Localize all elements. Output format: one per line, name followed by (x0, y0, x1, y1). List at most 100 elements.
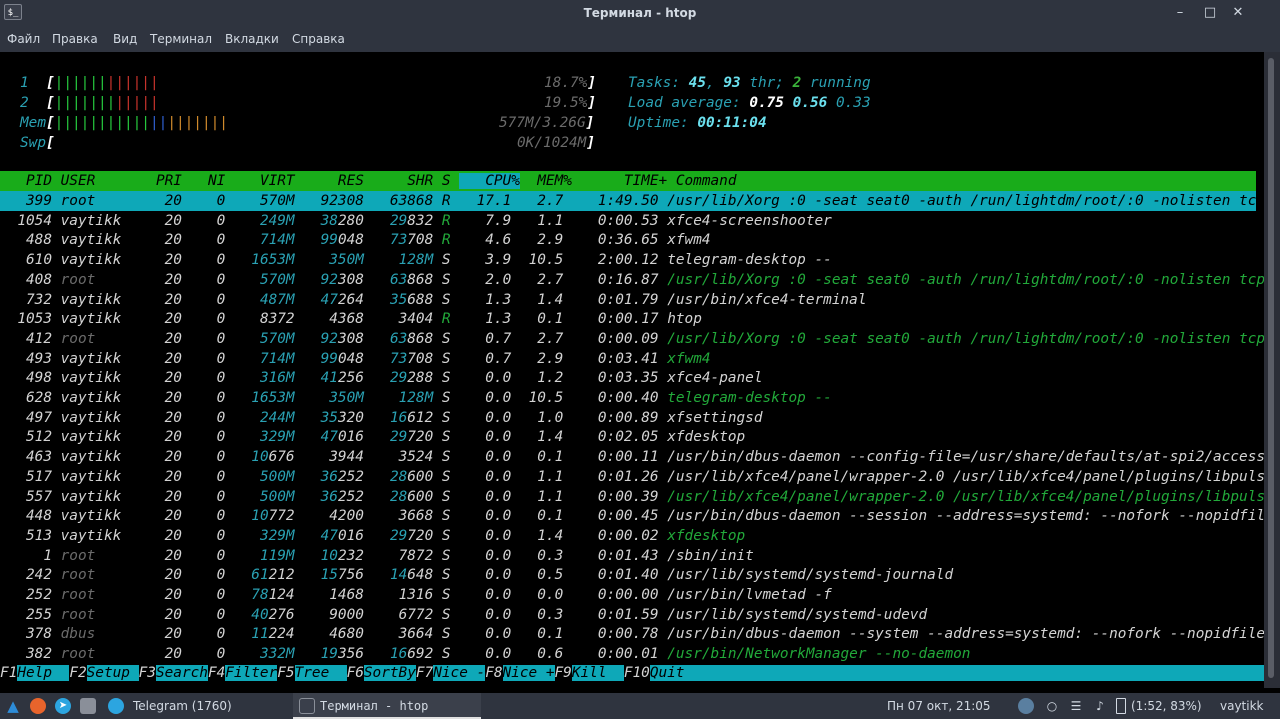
fkey-label[interactable]: Quit (649, 665, 1264, 681)
process-row[interactable]: 732 vaytikk 20 0 487M 47264 35688 S 1.3 … (0, 290, 867, 310)
network-icon[interactable]: ☰ (1068, 698, 1084, 714)
fkey-label[interactable]: Tree (294, 665, 347, 681)
process-table-header[interactable]: PID USER PRI NI VIRT RES SHR S CPU% MEM%… (0, 171, 736, 191)
column-header[interactable]: SHR (364, 173, 433, 189)
terminal-area[interactable]: 1 [|||||||||||| 18.7%] 2 [|||||||||||| 1… (0, 52, 1264, 688)
minimize-button[interactable]: – (1170, 0, 1190, 26)
avatar-icon[interactable] (1018, 698, 1034, 714)
taskbar-telegram-label: Telegram (1760) (133, 699, 232, 713)
cpu1-percent: 18.7%] (544, 75, 596, 91)
close-button[interactable]: ✕ (1228, 0, 1248, 26)
fkey-f3[interactable]: F3 (139, 665, 156, 681)
taskbar-item-terminal[interactable]: Терминал - htop (293, 693, 481, 719)
column-header[interactable]: PID (0, 173, 52, 189)
column-header[interactable]: PRI (130, 173, 182, 189)
file-manager-icon[interactable] (80, 698, 96, 714)
process-row[interactable]: 1 root 20 0 119M 10232 7872 S 0.0 0.3 0:… (0, 546, 754, 566)
column-header[interactable]: USER (52, 173, 130, 189)
process-row[interactable]: 412 root 20 0 570M 92308 63868 S 0.7 2.7… (0, 329, 1264, 349)
volume-icon[interactable]: ♪ (1092, 698, 1108, 714)
fkey-label[interactable]: Nice - (433, 665, 486, 681)
fkey-f7[interactable]: F7 (416, 665, 433, 681)
process-row[interactable]: 1054 vaytikk 20 0 249M 38280 29832 R 7.9… (0, 211, 832, 231)
column-header[interactable]: MEM% (520, 173, 572, 189)
process-row[interactable]: 497 vaytikk 20 0 244M 35320 16612 S 0.0 … (0, 408, 763, 428)
fkey-f4[interactable]: F4 (208, 665, 225, 681)
process-row[interactable]: 610 vaytikk 20 0 1653M 350M 128M S 3.9 1… (0, 250, 832, 270)
fkey-f1[interactable]: F1 (0, 665, 17, 681)
column-header[interactable]: NI (182, 173, 225, 189)
process-row[interactable]: 399 root 20 0 570M 92308 63868 R 17.1 2.… (0, 191, 1264, 211)
process-row[interactable]: 498 vaytikk 20 0 316M 41256 29288 S 0.0 … (0, 368, 763, 388)
menu-terminal[interactable]: Терминал (150, 26, 212, 52)
swp-meter: Swp[ (20, 135, 55, 151)
bell-icon[interactable]: ○ (1044, 698, 1060, 714)
process-row[interactable]: 382 root 20 0 332M 19356 16692 S 0.0 0.6… (0, 644, 970, 664)
fkey-f9[interactable]: F9 (555, 665, 572, 681)
menu-edit[interactable]: Правка (52, 26, 98, 52)
process-row[interactable]: 378 dbus 20 0 11224 4680 3664 S 0.0 0.1 … (0, 624, 1264, 644)
taskbar: ▲ ➤ Telegram (1760) Терминал - htop Пн 0… (0, 693, 1280, 719)
menu-view[interactable]: Вид (113, 26, 137, 52)
terminal-scrollbar[interactable] (1264, 52, 1280, 688)
battery-icon[interactable] (1116, 698, 1126, 714)
clock[interactable]: Пн 07 окт, 21:05 (887, 693, 991, 719)
process-row[interactable]: 242 root 20 0 61212 15756 14648 S 0.0 0.… (0, 565, 953, 585)
firefox-icon[interactable] (30, 698, 46, 714)
column-header[interactable]: TIME+ (572, 173, 667, 189)
process-row[interactable]: 517 vaytikk 20 0 500M 36252 28600 S 0.0 … (0, 467, 1264, 487)
process-row[interactable]: 255 root 20 0 40276 9000 6772 S 0.0 0.3 … (0, 605, 927, 625)
terminal-icon (299, 698, 315, 714)
menu-file[interactable]: Файл (7, 26, 40, 52)
maximize-button[interactable]: □ (1200, 0, 1220, 26)
process-row[interactable]: 1053 vaytikk 20 0 8372 4368 3404 R 1.3 0… (0, 309, 702, 329)
menu-tabs[interactable]: Вкладки (225, 26, 279, 52)
function-key-bar: F1Help F2Setup F3SearchF4FilterF5Tree F6… (0, 663, 1264, 683)
process-row[interactable]: 512 vaytikk 20 0 329M 47016 29720 S 0.0 … (0, 427, 745, 447)
fkey-label[interactable]: SortBy (363, 665, 416, 681)
fkey-label[interactable]: Kill (571, 665, 624, 681)
window-title: Терминал - htop (583, 6, 697, 20)
process-row[interactable]: 448 vaytikk 20 0 10772 4200 3668 S 0.0 0… (0, 506, 1264, 526)
fkey-f5[interactable]: F5 (277, 665, 294, 681)
scrollbar-thumb[interactable] (1268, 58, 1274, 678)
load-average-line: Load average: 0.75 0.56 0.33 (628, 95, 871, 111)
process-row[interactable]: 408 root 20 0 570M 92308 63868 S 2.0 2.7… (0, 270, 1264, 290)
fkey-label[interactable]: Help (17, 665, 70, 681)
process-row[interactable]: 488 vaytikk 20 0 714M 99048 73708 R 4.6 … (0, 230, 711, 250)
cpu2-meter: 2 [|||||||||||| (20, 95, 159, 111)
column-header[interactable]: Command (667, 173, 737, 189)
window-titlebar[interactable]: $_ Терминал - htop – □ ✕ (0, 0, 1280, 26)
menu-help[interactable]: Справка (292, 26, 345, 52)
column-header[interactable]: CPU% (459, 173, 520, 189)
tasks-line: Tasks: 45, 93 thr; 2 running (628, 75, 871, 91)
telegram-icon (108, 698, 124, 714)
fkey-label[interactable]: Setup (86, 665, 139, 681)
process-row[interactable]: 252 root 20 0 78124 1468 1316 S 0.0 0.0 … (0, 585, 832, 605)
username: vaytikk (1220, 699, 1264, 713)
column-header[interactable]: RES (295, 173, 364, 189)
fkey-label[interactable]: Filter (225, 665, 278, 681)
process-row[interactable]: 493 vaytikk 20 0 714M 99048 73708 S 0.7 … (0, 349, 711, 369)
process-row[interactable]: 557 vaytikk 20 0 500M 36252 28600 S 0.0 … (0, 487, 1264, 507)
fkey-f6[interactable]: F6 (347, 665, 364, 681)
process-row[interactable]: 628 vaytikk 20 0 1653M 350M 128M S 0.0 1… (0, 388, 832, 408)
fkey-label[interactable]: Nice + (502, 665, 555, 681)
telegram-launcher-icon[interactable]: ➤ (55, 698, 71, 714)
process-row[interactable]: 463 vaytikk 20 0 10676 3944 3524 S 0.0 0… (0, 447, 1264, 467)
header-columns: PID USER PRI NI VIRT RES SHR S CPU% MEM%… (0, 173, 736, 189)
cpu1-meter: 1 [|||||||||||| (20, 75, 159, 91)
menu-bar: Файл Правка Вид Терминал Вкладки Справка (0, 26, 1280, 52)
fkey-f10[interactable]: F10 (624, 665, 650, 681)
column-header[interactable]: VIRT (225, 173, 295, 189)
fkey-f8[interactable]: F8 (485, 665, 502, 681)
process-row[interactable]: 513 vaytikk 20 0 329M 47016 29720 S 0.0 … (0, 526, 745, 546)
fkey-label[interactable]: Search (155, 665, 208, 681)
swp-value: 0K/1024M] (517, 135, 595, 151)
fkey-f2[interactable]: F2 (69, 665, 86, 681)
cpu2-percent: 19.5%] (544, 95, 596, 111)
column-header[interactable]: S (433, 173, 459, 189)
arch-menu-icon[interactable]: ▲ (5, 698, 21, 714)
taskbar-item-telegram[interactable]: Telegram (1760) (100, 693, 280, 719)
taskbar-terminal-label: Терминал - htop (320, 699, 429, 713)
